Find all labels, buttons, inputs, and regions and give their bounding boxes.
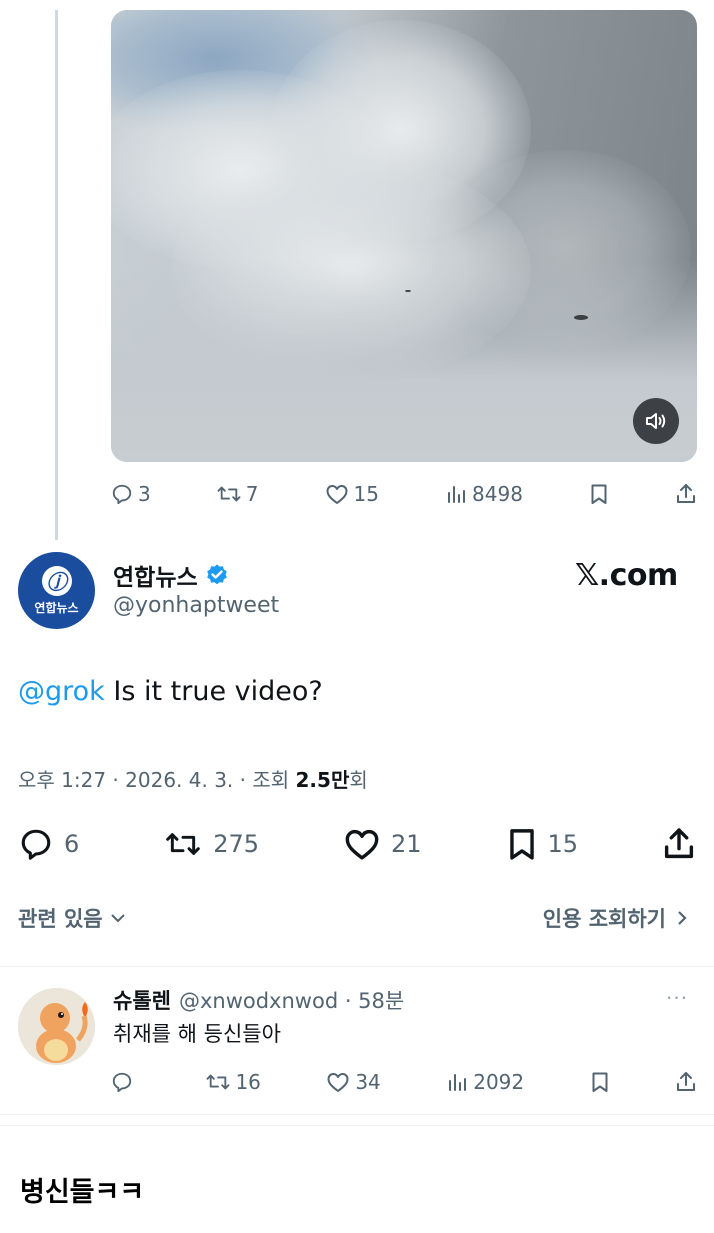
reply-button[interactable] xyxy=(111,1071,141,1093)
yonhap-logo-icon: ⓙ xyxy=(41,565,72,596)
views-suffix: 회 xyxy=(349,768,368,792)
reply-button[interactable]: 3 xyxy=(111,482,151,506)
timestamp[interactable]: 오후 1:27 · 2026. 4. 3. · 조회 xyxy=(18,768,296,792)
reply-count: 3 xyxy=(138,482,151,506)
quote-link-label: 인용 조회하기 xyxy=(542,907,666,931)
like-button[interactable]: 34 xyxy=(326,1070,381,1094)
chevron-down-icon xyxy=(110,914,125,923)
divider xyxy=(0,966,714,967)
heart-icon xyxy=(327,1073,349,1092)
view-quotes-link[interactable]: 인용 조회하기 xyxy=(543,903,688,933)
reply-text: 취재를 해 등신들아 xyxy=(113,1022,281,1046)
reply-count: 6 xyxy=(64,830,80,858)
repost-count: 275 xyxy=(213,830,260,858)
views-count: 2092 xyxy=(473,1070,525,1094)
bookmark-count: 15 xyxy=(547,830,579,858)
reply-button[interactable]: 6 xyxy=(18,827,79,861)
author-row: 연합뉴스 xyxy=(113,558,229,592)
repost-button[interactable]: 7 xyxy=(217,482,259,506)
author-name[interactable]: 연합뉴스 xyxy=(113,558,198,592)
reply-handle-time[interactable]: @xnwodxnwod · 58분 xyxy=(179,985,404,1015)
video-player[interactable] xyxy=(111,10,697,462)
views-icon xyxy=(448,486,466,503)
views-count: 8498 xyxy=(472,482,523,506)
like-count: 21 xyxy=(391,830,422,858)
bookmark-icon xyxy=(592,1072,608,1092)
views-button[interactable]: 2092 xyxy=(446,1070,524,1094)
related-toggle[interactable]: 관련 있음 xyxy=(18,903,127,933)
views-icon xyxy=(449,1074,467,1091)
tweet-meta: 오후 1:27 · 2026. 4. 3. · 조회 2.5만회 xyxy=(18,764,368,793)
reply-icon xyxy=(112,484,132,505)
charmander-avatar-icon xyxy=(18,988,95,1065)
like-button[interactable]: 15 xyxy=(325,482,379,506)
divider xyxy=(0,1114,714,1115)
bookmark-button[interactable] xyxy=(590,1071,610,1093)
avatar[interactable]: ⓙ 연합뉴스 xyxy=(18,552,95,629)
views-button[interactable]: 8498 xyxy=(445,482,523,506)
like-button[interactable]: 21 xyxy=(343,827,422,861)
repost-count: 7 xyxy=(245,482,259,506)
reply-action-bar: 16 34 2092 xyxy=(111,1068,697,1096)
repost-count: 16 xyxy=(235,1070,261,1094)
views-number: 2.5만 xyxy=(295,768,350,792)
quoted-action-bar: 3 7 15 8498 xyxy=(111,480,697,508)
volume-button[interactable] xyxy=(633,398,679,444)
repost-button[interactable]: 275 xyxy=(163,828,259,860)
reply-avatar[interactable] xyxy=(18,988,95,1065)
repost-icon xyxy=(206,1074,230,1090)
repost-icon xyxy=(166,833,201,855)
author-handle[interactable]: @yonhaptweet xyxy=(113,593,279,618)
x-watermark: 𝕏.com xyxy=(575,558,678,593)
like-count: 15 xyxy=(353,482,379,506)
footer-comment: 병신들ㅋㅋ xyxy=(20,1177,145,1208)
reply-author-name[interactable]: 슈톨렌 xyxy=(113,985,171,1015)
share-icon xyxy=(664,828,694,859)
like-count: 34 xyxy=(355,1070,381,1094)
video-haze xyxy=(111,260,697,462)
divider xyxy=(0,1125,714,1126)
tweet-text: @grok Is it true video? xyxy=(18,676,323,707)
mention-link[interactable]: @grok xyxy=(18,676,105,707)
avatar-label: 연합뉴스 xyxy=(34,600,79,615)
heart-icon xyxy=(326,485,348,504)
video-object xyxy=(405,290,411,292)
repost-icon xyxy=(217,486,241,502)
bookmark-button[interactable]: 15 xyxy=(506,827,579,861)
share-icon xyxy=(677,1072,695,1091)
share-button[interactable] xyxy=(675,483,697,505)
tweet-body: Is it true video? xyxy=(104,676,323,707)
chevron-right-icon xyxy=(678,911,687,925)
bookmark-icon xyxy=(509,829,534,860)
bookmark-button[interactable] xyxy=(589,483,609,505)
related-label: 관련 있음 xyxy=(18,907,103,931)
verified-badge-icon xyxy=(206,564,227,585)
reply-icon xyxy=(21,829,51,860)
video-object xyxy=(574,315,588,320)
share-button[interactable] xyxy=(662,827,696,861)
main-action-bar: 6 275 21 15 xyxy=(18,824,696,864)
share-icon xyxy=(676,484,695,503)
repost-button[interactable]: 16 xyxy=(206,1070,261,1094)
bookmark-icon xyxy=(591,484,607,504)
speaker-icon xyxy=(646,413,666,429)
heart-icon xyxy=(345,829,379,860)
reply-icon xyxy=(112,1072,132,1093)
thread-line xyxy=(55,10,58,540)
share-button[interactable] xyxy=(675,1071,697,1093)
reply-author-row: 슈톨렌 @xnwodxnwod · 58분 xyxy=(113,985,404,1015)
more-options-icon[interactable]: ··· xyxy=(666,986,688,1010)
